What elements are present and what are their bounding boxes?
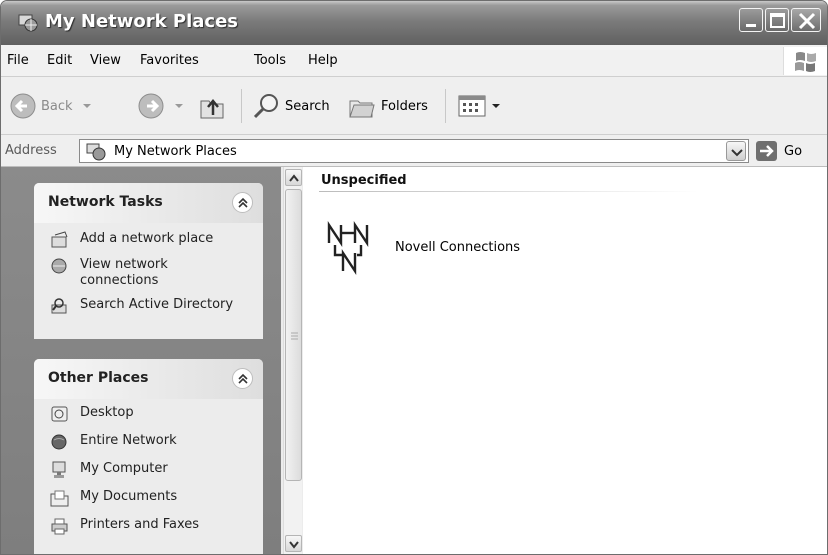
place-label: My Documents	[80, 489, 178, 504]
place-printers-and-faxes[interactable]: Printers and Faxes	[50, 517, 263, 535]
documents-folder-icon	[50, 490, 69, 507]
address-label: Address	[5, 143, 57, 158]
task-label: Add a network place	[80, 231, 214, 246]
task-view-network-connections[interactable]: View network connections	[50, 257, 263, 289]
network-tasks-title: Network Tasks	[48, 194, 163, 210]
close-icon	[798, 12, 816, 30]
chevron-down-icon	[731, 149, 743, 157]
printer-icon	[51, 518, 68, 535]
minimize-button[interactable]	[739, 8, 763, 32]
novell-connections-item[interactable]: Novell Connections	[325, 219, 520, 275]
place-my-computer[interactable]: My Computer	[50, 461, 263, 479]
window-title: My Network Places	[45, 11, 238, 32]
search-directory-icon	[51, 298, 67, 314]
place-desktop[interactable]: Desktop	[50, 405, 263, 423]
place-label: Entire Network	[80, 433, 177, 448]
windows-logo-icon	[783, 47, 827, 75]
other-places-header[interactable]: Other Places	[34, 359, 263, 399]
task-label: View network connections	[80, 257, 168, 288]
folders-icon	[349, 100, 375, 118]
chevron-down-icon	[289, 541, 299, 549]
folders-button[interactable]: Folders	[347, 89, 428, 123]
address-input[interactable]: My Network Places	[79, 139, 749, 163]
toolbar: Back Search Folders	[1, 77, 827, 135]
back-button[interactable]: Back	[9, 89, 95, 123]
desktop-icon	[51, 406, 68, 422]
content-pane: Unspecified Novell Connections	[303, 167, 827, 554]
maximize-icon	[770, 13, 785, 28]
menu-tools[interactable]: Tools	[254, 53, 286, 68]
menu-bar: File Edit View Favorites Tools Help	[1, 45, 827, 77]
novell-network-icon	[327, 221, 369, 275]
search-label: Search	[285, 98, 330, 114]
forward-dropdown-icon	[175, 104, 183, 108]
collapse-button[interactable]	[232, 192, 253, 213]
toolbar-separator	[445, 89, 446, 123]
task-pane-scrollbar[interactable]	[283, 167, 302, 554]
double-chevron-up-icon	[238, 373, 248, 384]
search-button[interactable]: Search	[251, 89, 330, 123]
forward-button[interactable]	[137, 89, 187, 123]
address-bar: Address My Network Places Go	[1, 135, 827, 167]
network-places-icon	[86, 143, 106, 161]
search-icon	[253, 94, 278, 119]
task-label: Search Active Directory	[80, 297, 234, 312]
add-network-place-icon	[51, 231, 68, 248]
place-label: Printers and Faxes	[80, 517, 200, 532]
up-folder-button[interactable]	[197, 89, 227, 123]
other-places-panel: Other Places Desktop Entire Network My C…	[34, 359, 263, 554]
group-header: Unspecified	[321, 173, 407, 188]
globe-icon	[51, 434, 67, 450]
views-button[interactable]	[457, 89, 501, 123]
place-label: Desktop	[80, 405, 134, 420]
explorer-window: My Network Places File Edit View Favorit…	[0, 0, 828, 555]
views-icon	[458, 95, 486, 117]
task-pane: Network Tasks Add a network place View n…	[1, 167, 281, 554]
views-dropdown-icon	[492, 104, 500, 108]
collapse-button[interactable]	[232, 368, 253, 389]
network-places-icon	[18, 14, 38, 32]
go-button[interactable]: Go	[755, 140, 802, 162]
place-entire-network[interactable]: Entire Network	[50, 433, 263, 451]
chevron-up-icon	[289, 174, 299, 182]
group-divider	[319, 191, 699, 192]
title-bar[interactable]: My Network Places	[1, 1, 827, 45]
maximize-button[interactable]	[765, 8, 789, 32]
back-dropdown-icon	[82, 104, 91, 108]
go-label: Go	[784, 143, 803, 159]
menu-help[interactable]: Help	[308, 53, 338, 68]
scroll-down-button[interactable]	[285, 535, 302, 552]
minimize-icon	[746, 24, 756, 27]
double-chevron-up-icon	[238, 197, 248, 208]
go-arrow-icon	[756, 141, 777, 161]
place-label: My Computer	[80, 461, 168, 476]
back-arrow-icon	[10, 93, 36, 119]
menu-favorites[interactable]: Favorites	[140, 53, 199, 68]
scroll-thumb[interactable]	[285, 189, 302, 481]
network-tasks-header[interactable]: Network Tasks	[34, 183, 263, 223]
up-folder-icon	[200, 99, 224, 119]
menu-view[interactable]: View	[90, 53, 121, 68]
back-label: Back	[41, 98, 73, 114]
menu-file[interactable]: File	[7, 53, 29, 68]
view-connections-icon	[51, 258, 67, 274]
address-dropdown-button[interactable]	[726, 141, 746, 161]
task-search-active-directory[interactable]: Search Active Directory	[50, 297, 263, 315]
place-my-documents[interactable]: My Documents	[50, 489, 263, 507]
folders-label: Folders	[381, 98, 428, 114]
menu-edit[interactable]: Edit	[47, 53, 72, 68]
other-places-title: Other Places	[48, 370, 149, 386]
item-label: Novell Connections	[395, 239, 521, 255]
network-tasks-panel: Network Tasks Add a network place View n…	[34, 183, 263, 339]
close-button[interactable]	[791, 8, 821, 32]
grip-icon	[291, 332, 298, 340]
computer-icon	[52, 461, 66, 478]
task-add-network-place[interactable]: Add a network place	[50, 231, 263, 249]
forward-arrow-icon	[138, 93, 164, 119]
scroll-up-button[interactable]	[285, 169, 302, 186]
address-value: My Network Places	[114, 144, 237, 159]
toolbar-separator	[241, 89, 242, 123]
